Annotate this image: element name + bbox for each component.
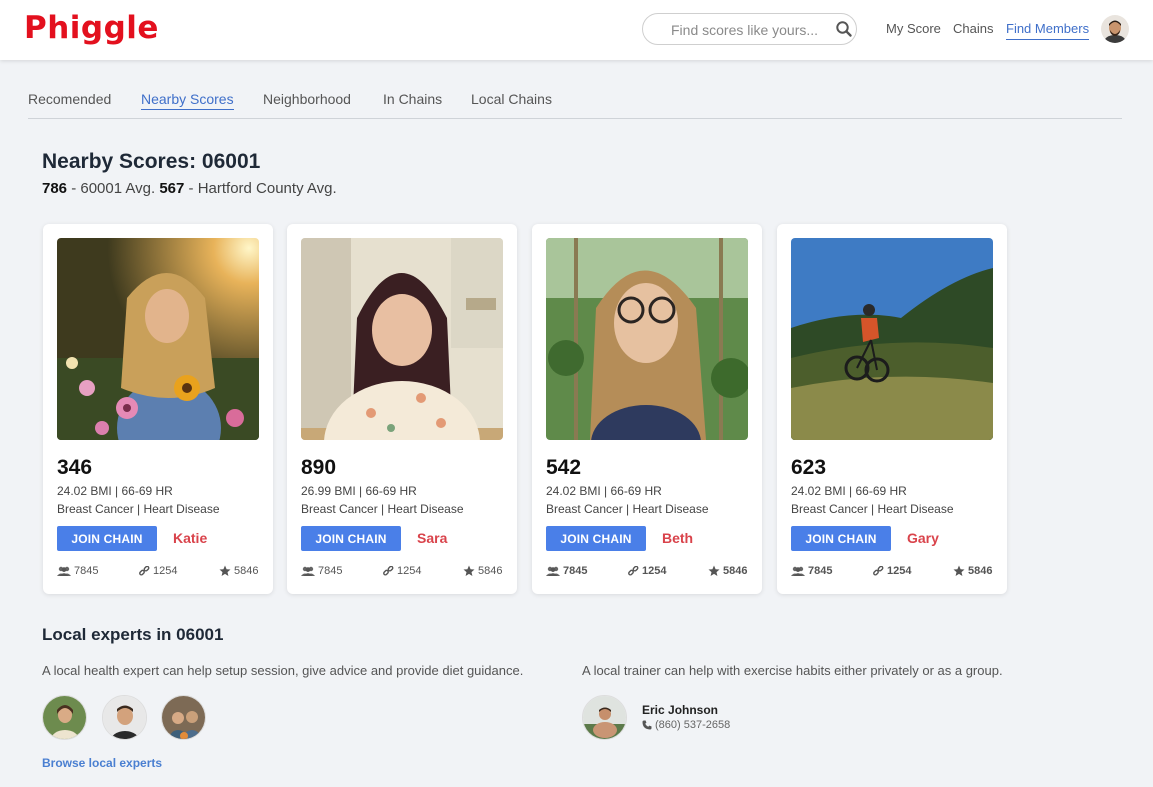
member-photo[interactable]	[546, 238, 748, 440]
search-box[interactable]	[642, 13, 857, 45]
expert-avatar[interactable]	[102, 695, 147, 740]
users-icon	[546, 566, 560, 576]
members-stat: 7845	[791, 565, 832, 577]
county-avg-label: - Hartford County Avg.	[184, 180, 337, 197]
users-icon	[301, 566, 315, 576]
health-expert-description: A local health expert can help setup ses…	[42, 663, 524, 678]
tab-local-chains[interactable]: Local Chains	[471, 91, 552, 107]
users-icon	[791, 566, 805, 576]
member-card[interactable]: 346 24.02 BMI | 66-69 HR Breast Cancer |…	[43, 224, 273, 594]
logo[interactable]: Phiggle	[24, 10, 159, 46]
stars-stat: 5846	[708, 565, 747, 577]
tab-neighborhood[interactable]: Neighborhood	[263, 91, 351, 107]
search-input[interactable]	[671, 20, 831, 40]
trainer-phone-number: (860) 537-2658	[655, 719, 731, 731]
links-stat: 1254	[139, 565, 177, 577]
tab-bar: Recomended Nearby Scores Neighborhood In…	[28, 90, 1122, 119]
member-score: 623	[791, 456, 827, 479]
nav-find-members[interactable]: Find Members	[1006, 21, 1090, 40]
stars-count: 5846	[968, 565, 993, 577]
members-stat: 7845	[301, 565, 342, 577]
member-score: 346	[57, 456, 93, 479]
links-stat: 1254	[628, 565, 666, 577]
members-count: 7845	[563, 565, 588, 577]
member-score: 890	[301, 456, 337, 479]
link-icon	[873, 565, 884, 576]
members-count: 7845	[808, 565, 833, 577]
trainer-avatar[interactable]	[582, 695, 627, 740]
star-icon	[463, 565, 475, 576]
top-bar: Phiggle My Score Chains Find Members	[0, 0, 1153, 60]
county-avg-value: 567	[159, 180, 185, 197]
stars-stat: 5846	[219, 565, 258, 577]
members-stat: 7845	[546, 565, 587, 577]
member-metrics: 24.02 BMI | 66-69 HR	[791, 484, 907, 498]
score-averages: 786 - 60001 Avg. 567 - Hartford County A…	[42, 180, 337, 197]
tab-recomended[interactable]: Recomended	[28, 91, 111, 107]
links-stat: 1254	[383, 565, 421, 577]
nav-chains[interactable]: Chains	[953, 21, 993, 36]
members-count: 7845	[74, 565, 99, 577]
star-icon	[953, 565, 965, 576]
search-icon[interactable]	[835, 20, 853, 38]
member-metrics: 26.99 BMI | 66-69 HR	[301, 484, 417, 498]
links-count: 1254	[887, 565, 912, 577]
tab-nearby-scores[interactable]: Nearby Scores	[141, 91, 234, 110]
member-photo[interactable]	[791, 238, 993, 440]
users-icon	[57, 566, 71, 576]
member-conditions: Breast Cancer | Heart Disease	[791, 502, 954, 516]
stars-stat: 5846	[463, 565, 502, 577]
stars-count: 5846	[234, 565, 259, 577]
experts-title: Local experts in 06001	[42, 625, 224, 644]
zip-avg-value: 786	[42, 180, 68, 197]
links-count: 1254	[642, 565, 667, 577]
member-metrics: 24.02 BMI | 66-69 HR	[546, 484, 662, 498]
page-title: Nearby Scores: 06001	[42, 150, 261, 173]
stars-count: 5846	[478, 565, 503, 577]
link-icon	[139, 565, 150, 576]
member-name[interactable]: Beth	[662, 530, 693, 546]
members-count: 7845	[318, 565, 343, 577]
join-chain-button[interactable]: JOIN CHAIN	[791, 526, 891, 551]
join-chain-button[interactable]: JOIN CHAIN	[57, 526, 157, 551]
member-name[interactable]: Sara	[417, 530, 447, 546]
member-name[interactable]: Gary	[907, 530, 939, 546]
member-card[interactable]: 623 24.02 BMI | 66-69 HR Breast Cancer |…	[777, 224, 1007, 594]
member-photo[interactable]	[57, 238, 259, 440]
member-conditions: Breast Cancer | Heart Disease	[546, 502, 709, 516]
member-photo[interactable]	[301, 238, 503, 440]
phone-icon	[642, 720, 652, 730]
star-icon	[219, 565, 231, 576]
links-stat: 1254	[873, 565, 911, 577]
member-conditions: Breast Cancer | Heart Disease	[301, 502, 464, 516]
member-score: 542	[546, 456, 582, 479]
trainer-name[interactable]: Eric Johnson	[642, 703, 718, 717]
nav-my-score[interactable]: My Score	[886, 21, 941, 36]
star-icon	[708, 565, 720, 576]
member-name[interactable]: Katie	[173, 530, 207, 546]
link-icon	[383, 565, 394, 576]
tab-in-chains[interactable]: In Chains	[383, 91, 442, 107]
members-stat: 7845	[57, 565, 98, 577]
member-card[interactable]: 890 26.99 BMI | 66-69 HR Breast Cancer |…	[287, 224, 517, 594]
expert-avatar[interactable]	[161, 695, 206, 740]
links-count: 1254	[397, 565, 422, 577]
stars-stat: 5846	[953, 565, 992, 577]
join-chain-button[interactable]: JOIN CHAIN	[301, 526, 401, 551]
expert-avatar[interactable]	[42, 695, 87, 740]
links-count: 1254	[153, 565, 178, 577]
zip-avg-label: - 60001 Avg.	[67, 180, 160, 197]
stars-count: 5846	[723, 565, 748, 577]
link-icon	[628, 565, 639, 576]
join-chain-button[interactable]: JOIN CHAIN	[546, 526, 646, 551]
member-metrics: 24.02 BMI | 66-69 HR	[57, 484, 173, 498]
trainer-description: A local trainer can help with exercise h…	[582, 663, 1003, 678]
trainer-phone: (860) 537-2658	[642, 719, 730, 731]
member-card[interactable]: 542 24.02 BMI | 66-69 HR Breast Cancer |…	[532, 224, 762, 594]
member-conditions: Breast Cancer | Heart Disease	[57, 502, 220, 516]
user-avatar[interactable]	[1101, 15, 1129, 43]
browse-local-experts-link[interactable]: Browse local experts	[42, 756, 162, 770]
